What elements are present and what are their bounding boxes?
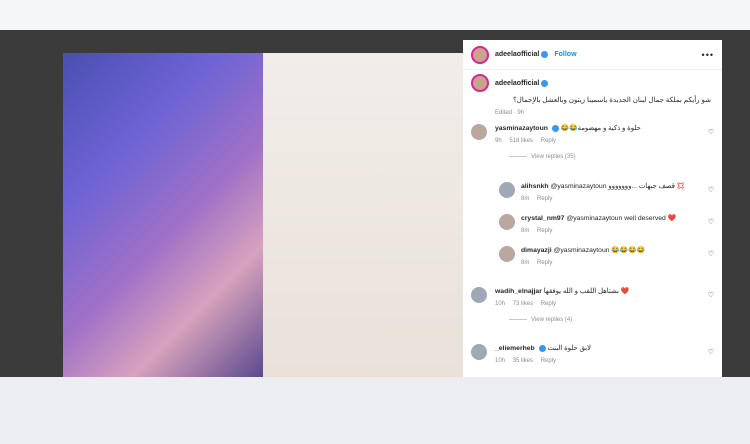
reply-text: @yasminazaytoun well deserved ❤️ bbox=[566, 215, 677, 222]
reply-item: dimayazji @yasminazaytoun 😂😂😂😂 8m Reply bbox=[499, 246, 719, 266]
comment-avatar[interactable] bbox=[471, 124, 487, 140]
comment-likes[interactable]: 73 likes bbox=[513, 301, 533, 307]
caption-avatar[interactable] bbox=[471, 74, 489, 92]
verified-icon bbox=[541, 51, 549, 58]
reply-username[interactable]: crystal_nm97 bbox=[521, 215, 564, 222]
like-heart-icon[interactable]: ♡ bbox=[708, 128, 714, 136]
comment-username[interactable]: wadih_elnajjar bbox=[495, 288, 542, 295]
verified-icon bbox=[551, 124, 559, 132]
comment-text: بشتاهل اللقب و الله يوفقها ❤️ bbox=[543, 288, 630, 295]
comment-time: 10h bbox=[495, 301, 506, 307]
reply-username[interactable]: alihsnkh bbox=[521, 183, 549, 190]
comment-text: 😂😂حلوة و ذكية و مهضومة bbox=[560, 125, 641, 132]
post-media[interactable] bbox=[63, 53, 463, 377]
browser-top-strip bbox=[0, 0, 750, 30]
view-replies-button[interactable]: View replies (35) bbox=[531, 154, 576, 160]
reply-avatar[interactable] bbox=[499, 182, 515, 198]
comment-item: _eliemerheb لابق حلوة البنت 10h 35 likes… bbox=[471, 344, 719, 364]
comment-item: wadih_elnajjar بشتاهل اللقب و الله يوفقه… bbox=[471, 287, 719, 323]
comment-time: 10h bbox=[495, 358, 506, 364]
comment-username[interactable]: _eliemerheb bbox=[495, 345, 535, 352]
reply-avatar[interactable] bbox=[499, 214, 515, 230]
caption-text: شو رأيكم بملكة جمال لبنان الجديدة ياسمين… bbox=[513, 97, 711, 104]
reply-button[interactable]: Reply bbox=[537, 260, 552, 266]
like-heart-icon[interactable]: ♡ bbox=[708, 218, 714, 226]
comments-panel: adeelaofficial Follow ••• adeelaofficial… bbox=[463, 40, 722, 377]
like-heart-icon[interactable]: ♡ bbox=[708, 291, 714, 299]
reply-button[interactable]: Reply bbox=[537, 228, 552, 234]
like-heart-icon[interactable]: ♡ bbox=[708, 348, 714, 356]
post-photo-left bbox=[63, 53, 263, 377]
reply-item: crystal_nm97 @yasminazaytoun well deserv… bbox=[499, 214, 719, 234]
reply-avatar[interactable] bbox=[499, 246, 515, 262]
reply-time: 8m bbox=[521, 260, 530, 266]
replies-line bbox=[509, 318, 527, 320]
post-photo-right bbox=[263, 53, 463, 377]
post-header: adeelaofficial Follow ••• bbox=[463, 40, 722, 70]
caption-edited: Edited · 9h bbox=[495, 110, 525, 116]
reply-button[interactable]: Reply bbox=[541, 138, 556, 144]
more-options-icon[interactable]: ••• bbox=[702, 50, 714, 60]
browser-bottom-strip bbox=[0, 377, 750, 444]
view-replies-button[interactable]: View replies (4) bbox=[531, 317, 572, 323]
reply-time: 8m bbox=[521, 196, 530, 202]
comment-time: 9h bbox=[495, 138, 502, 144]
like-heart-icon[interactable]: ♡ bbox=[708, 250, 714, 258]
comment-text: لابق حلوة البنت bbox=[547, 345, 591, 352]
comment-username[interactable]: yasminazaytoun bbox=[495, 125, 548, 132]
comment-item: yasminazaytoun 😂😂حلوة و ذكية و مهضومة 9h… bbox=[471, 124, 719, 160]
comment-avatar[interactable] bbox=[471, 344, 487, 360]
reply-text: @yasminazaytoun قصف جبهات ...ووووووو 💢 bbox=[550, 183, 686, 190]
reply-text: @yasminazaytoun 😂😂😂😂 bbox=[553, 247, 646, 254]
replies-line bbox=[509, 155, 527, 157]
comment-likes[interactable]: 35 likes bbox=[513, 358, 533, 364]
reply-time: 8m bbox=[521, 228, 530, 234]
like-heart-icon[interactable]: ♡ bbox=[708, 186, 714, 194]
post-caption: adeelaofficial شو رأيكم بملكة جمال لبنان… bbox=[471, 74, 711, 116]
verified-icon bbox=[538, 344, 546, 352]
author-username[interactable]: adeelaofficial bbox=[495, 51, 539, 58]
comment-likes[interactable]: 518 likes bbox=[509, 138, 533, 144]
reply-button[interactable]: Reply bbox=[537, 196, 552, 202]
author-avatar[interactable] bbox=[471, 45, 489, 64]
reply-username[interactable]: dimayazji bbox=[521, 247, 552, 254]
verified-icon bbox=[541, 79, 549, 87]
caption-username[interactable]: adeelaofficial bbox=[495, 80, 539, 87]
reply-button[interactable]: Reply bbox=[541, 358, 556, 364]
comment-avatar[interactable] bbox=[471, 287, 487, 303]
reply-item: alihsnkh @yasminazaytoun قصف جبهات ...وو… bbox=[499, 182, 719, 202]
reply-button[interactable]: Reply bbox=[541, 301, 556, 307]
follow-button[interactable]: Follow bbox=[554, 51, 576, 58]
